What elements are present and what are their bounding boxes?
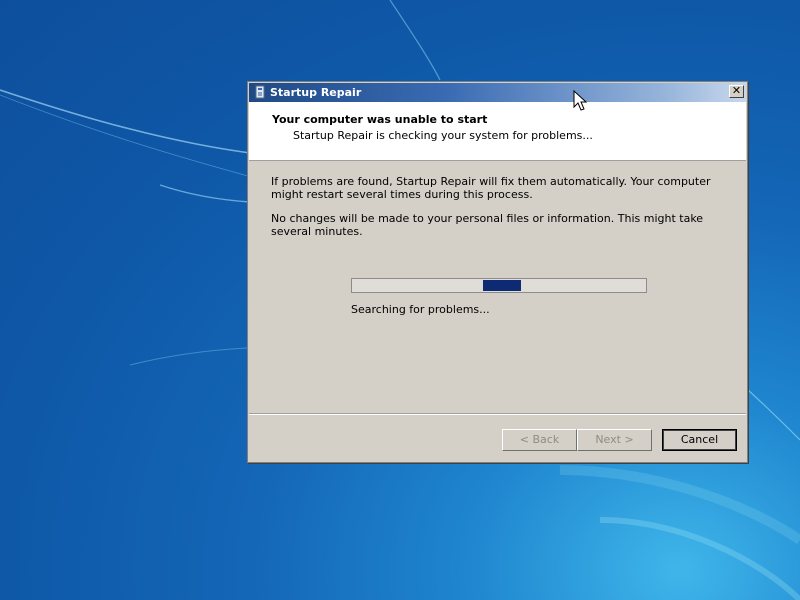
button-separator: [249, 413, 746, 415]
titlebar: Startup Repair ✕: [249, 83, 746, 102]
window-title: Startup Repair: [270, 86, 362, 99]
next-button[interactable]: Next >: [577, 429, 652, 451]
info-paragraph-2: No changes will be made to your personal…: [271, 212, 704, 238]
close-button[interactable]: ✕: [729, 85, 744, 98]
mouse-pointer-icon: [573, 90, 587, 111]
startup-repair-dialog: Startup Repair ✕ Your computer was unabl…: [247, 81, 748, 463]
progress-bar: [351, 278, 647, 293]
progress-status-text: Searching for problems...: [351, 303, 490, 316]
page-title: Your computer was unable to start: [272, 113, 488, 126]
back-button[interactable]: < Back: [502, 429, 577, 451]
close-icon: ✕: [731, 84, 742, 97]
startup-repair-icon: [255, 85, 265, 99]
cancel-button[interactable]: Cancel: [662, 429, 737, 451]
desktop: Startup Repair ✕ Your computer was unabl…: [0, 0, 800, 600]
page-subtitle: Startup Repair is checking your system f…: [293, 129, 593, 142]
info-paragraph-1: If problems are found, Startup Repair wi…: [271, 175, 711, 201]
progress-marquee-chunk: [483, 280, 521, 291]
header-panel: Your computer was unable to start Startu…: [249, 102, 746, 161]
